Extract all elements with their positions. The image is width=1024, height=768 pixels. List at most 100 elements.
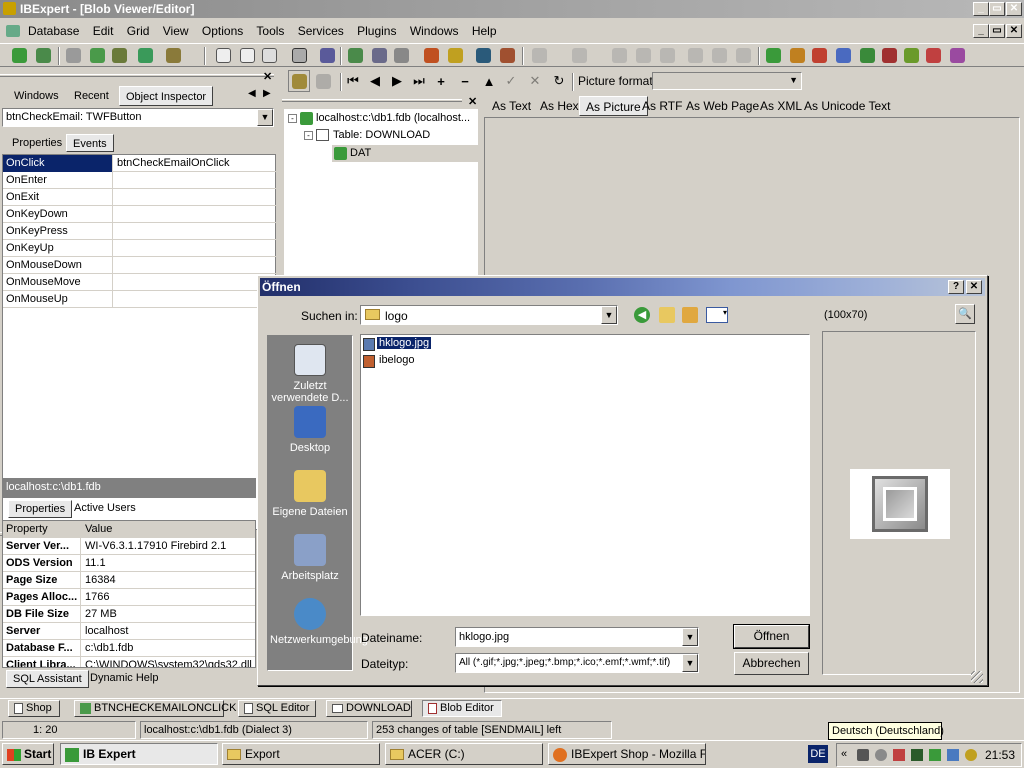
taskbar-item-export[interactable]: Export xyxy=(222,743,380,765)
cut-icon[interactable] xyxy=(608,44,630,66)
chevron-down-icon[interactable]: ▼ xyxy=(682,628,698,646)
menu-services[interactable]: Services xyxy=(298,24,344,38)
save-disabled-icon[interactable] xyxy=(568,44,590,66)
event-value[interactable] xyxy=(114,172,276,189)
maximize-button[interactable]: ▭ xyxy=(989,2,1005,16)
key-icon[interactable] xyxy=(444,44,466,66)
child-restore-button[interactable]: ▭ xyxy=(989,24,1005,38)
event-row[interactable]: OnEnter xyxy=(3,172,276,189)
tab-as-hex[interactable]: As Hex xyxy=(534,96,585,116)
window-tab-download[interactable]: DOWNLOAD xyxy=(326,700,412,717)
tray-network-icon[interactable] xyxy=(947,749,959,761)
event-row[interactable]: OnMouseUp xyxy=(3,291,276,308)
exception-icon[interactable] xyxy=(900,44,922,66)
expand-icon[interactable]: - xyxy=(304,131,313,140)
menu-edit[interactable]: Edit xyxy=(93,24,114,38)
child-close-button[interactable]: ✕ xyxy=(1006,24,1022,38)
run-icon[interactable] xyxy=(162,44,184,66)
cancel-icon[interactable]: ✕ xyxy=(524,70,546,92)
insert-record-icon[interactable]: + xyxy=(430,70,452,92)
expand-icon[interactable]: - xyxy=(288,114,297,123)
event-value[interactable] xyxy=(114,257,276,274)
new-object-icon[interactable] xyxy=(134,44,156,66)
place-recent[interactable]: Zuletzt verwendete D... xyxy=(270,344,350,404)
save-picture-icon[interactable] xyxy=(312,70,334,92)
view-menu-icon[interactable]: ▾ xyxy=(706,307,728,323)
event-value[interactable] xyxy=(114,291,276,308)
back-icon[interactable]: ◀ xyxy=(634,307,650,323)
tab-as-text[interactable]: As Text xyxy=(486,96,537,116)
edit-record-icon[interactable]: ▲ xyxy=(478,70,500,92)
event-value[interactable] xyxy=(114,240,276,257)
menu-grid[interactable]: Grid xyxy=(127,24,150,38)
dialog-close-button[interactable]: ✕ xyxy=(966,280,982,294)
tray-gear-icon[interactable] xyxy=(875,749,887,761)
event-row[interactable]: OnExit xyxy=(3,189,276,206)
view-icon[interactable] xyxy=(786,44,808,66)
up-folder-icon[interactable] xyxy=(659,307,675,323)
filetype-select[interactable]: All (*.gif;*.jpg;*.jpeg;*.bmp;*.ico;*.em… xyxy=(455,653,699,673)
event-row[interactable]: OnKeyUp xyxy=(3,240,276,257)
trigger-icon[interactable] xyxy=(878,44,900,66)
find-next-icon[interactable] xyxy=(708,44,730,66)
event-row[interactable]: OnKeyDown xyxy=(3,206,276,223)
minimize-button[interactable]: _ xyxy=(973,2,989,16)
tab-object-inspector[interactable]: Object Inspector xyxy=(119,86,214,106)
tab-left-arrow-icon[interactable]: ◀ xyxy=(248,88,256,99)
chevron-down-icon[interactable]: ▼ xyxy=(682,654,698,672)
event-value[interactable] xyxy=(114,223,276,240)
tray-expand-icon[interactable]: « xyxy=(841,748,847,760)
event-row[interactable]: OnClick btnCheckEmailOnClick xyxy=(3,155,276,172)
filename-input[interactable]: hklogo.jpg ▼ xyxy=(455,627,699,647)
post-icon[interactable]: ✓ xyxy=(500,70,522,92)
event-value[interactable] xyxy=(114,206,276,223)
unregister-db-icon[interactable] xyxy=(32,44,54,66)
tab-events[interactable]: Events xyxy=(66,134,114,152)
tray-camera-icon[interactable] xyxy=(857,749,869,761)
place-my-computer[interactable]: Arbeitsplatz xyxy=(270,534,350,582)
event-value[interactable] xyxy=(114,274,276,291)
preview-toggle-icon[interactable]: 🔍 xyxy=(955,304,975,324)
tray-grid-icon[interactable] xyxy=(911,749,923,761)
tab-as-web-page[interactable]: As Web Page xyxy=(680,96,765,116)
tab-right-arrow-icon[interactable]: ▶ xyxy=(263,88,271,99)
tab-db-properties[interactable]: Properties xyxy=(8,500,73,518)
window-tab-sql-editor[interactable]: SQL Editor xyxy=(238,700,316,717)
next-record-icon[interactable]: ▶ xyxy=(386,70,408,92)
save-icon[interactable] xyxy=(316,44,338,66)
users-icon[interactable] xyxy=(420,44,442,66)
picture-format-select[interactable]: ▼ xyxy=(652,72,802,90)
menu-view[interactable]: View xyxy=(163,24,189,38)
transfer-icon[interactable] xyxy=(368,44,390,66)
paste-icon[interactable] xyxy=(656,44,678,66)
event-value[interactable]: btnCheckEmailOnClick xyxy=(114,155,276,172)
delete-record-icon[interactable]: − xyxy=(454,70,476,92)
menu-tools[interactable]: Tools xyxy=(256,24,284,38)
tab-sql-assistant[interactable]: SQL Assistant xyxy=(6,670,89,688)
refresh-data-icon[interactable]: ↻ xyxy=(548,70,570,92)
role-icon[interactable] xyxy=(946,44,968,66)
refresh-icon[interactable] xyxy=(108,44,130,66)
new-folder-icon[interactable] xyxy=(682,307,698,323)
tray-meter-icon[interactable] xyxy=(929,749,941,761)
event-row[interactable]: OnMouseDown xyxy=(3,257,276,274)
window-tab-procedure[interactable]: BTNCHECKEMAILONCLICK xyxy=(74,700,236,717)
panel-close-icon[interactable]: ✕ xyxy=(263,70,272,83)
open-icon[interactable] xyxy=(528,44,550,66)
copy-icon[interactable] xyxy=(632,44,654,66)
print-preview-icon[interactable] xyxy=(258,44,280,66)
last-record-icon[interactable]: ⏭ xyxy=(408,70,430,92)
function-icon[interactable] xyxy=(832,44,854,66)
cancel-button[interactable]: Abbrechen xyxy=(734,652,809,675)
udf-icon[interactable] xyxy=(922,44,944,66)
taskbar-item-firefox[interactable]: IBExpert Shop - Mozilla F... xyxy=(548,743,706,765)
find-icon[interactable] xyxy=(684,44,706,66)
tree-close-icon[interactable]: ✕ xyxy=(468,95,477,108)
tray-eye-icon[interactable] xyxy=(965,749,977,761)
place-my-documents[interactable]: Eigene Dateien xyxy=(270,470,350,518)
chevron-down-icon[interactable]: ▼ xyxy=(601,306,617,324)
first-record-icon[interactable]: ⏮ xyxy=(342,70,364,92)
tree-item-table[interactable]: Table: DOWNLOAD xyxy=(333,129,430,141)
tab-as-unicode-text[interactable]: As Unicode Text xyxy=(798,96,897,116)
tree-item-dat-row[interactable]: DAT xyxy=(332,145,478,162)
